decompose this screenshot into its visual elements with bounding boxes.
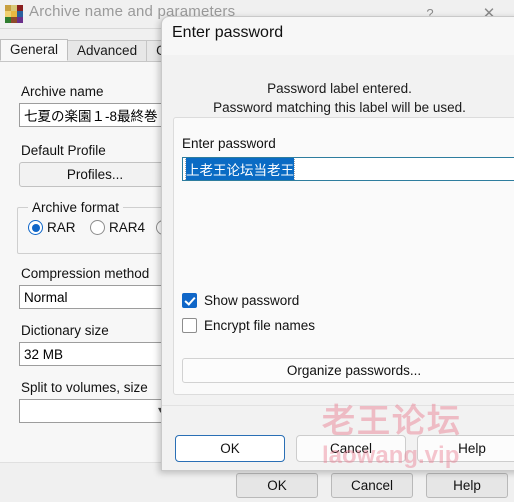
checkbox-indicator-show-password <box>182 293 197 308</box>
main-help-button[interactable]: Help <box>426 473 508 498</box>
archive-name-input[interactable]: 七夏の楽園１-8最終巻 <box>19 103 171 127</box>
winrar-books-icon <box>5 5 23 23</box>
main-cancel-button[interactable]: Cancel <box>331 473 413 498</box>
compression-method-label: Compression method <box>21 266 150 281</box>
radio-rar4[interactable]: RAR4 <box>90 220 145 235</box>
dictionary-size-label: Dictionary size <box>21 323 109 338</box>
dictionary-size-select[interactable]: 32 MB <box>19 342 171 366</box>
password-ok-button[interactable]: OK <box>175 435 285 462</box>
archive-name-label: Archive name <box>21 84 104 99</box>
password-dialog-titlebar: Enter password <box>162 17 514 55</box>
split-volumes-select[interactable]: ▾ <box>19 399 171 423</box>
split-volumes-label: Split to volumes, size <box>21 380 148 395</box>
dictionary-size-value: 32 MB <box>24 346 64 362</box>
screen-root: Archive name and parameters ? ✕ General … <box>0 0 514 502</box>
show-password-checkbox[interactable]: Show password <box>182 293 299 308</box>
password-cancel-button[interactable]: Cancel <box>296 435 406 462</box>
password-note: Password label entered. Password matchin… <box>162 79 514 117</box>
radio-label-rar: RAR <box>47 220 76 235</box>
radio-indicator-rar4 <box>90 220 105 235</box>
organize-passwords-button[interactable]: Organize passwords... <box>182 358 514 383</box>
radio-label-rar4: RAR4 <box>109 220 146 235</box>
enter-password-label: Enter password <box>182 136 276 151</box>
password-input[interactable]: 上老王论坛当老王 ▾ <box>182 157 514 181</box>
encrypt-file-names-label: Encrypt file names <box>204 318 316 333</box>
compression-method-select[interactable]: Normal <box>19 285 171 309</box>
main-ok-button[interactable]: OK <box>236 473 318 498</box>
password-note-line1: Password label entered. <box>267 81 412 96</box>
tab-advanced[interactable]: Advanced <box>67 40 148 61</box>
password-footer-divider <box>162 405 514 406</box>
radio-indicator-rar <box>28 220 43 235</box>
password-input-value: 上老王论坛当老王 <box>185 158 295 180</box>
password-dialog-body: Password label entered. Password matchin… <box>162 55 514 470</box>
compression-method-value: Normal <box>24 289 68 305</box>
password-dialog-title: Enter password <box>172 24 284 41</box>
profiles-button[interactable]: Profiles... <box>19 162 171 187</box>
archive-format-label: Archive format <box>28 200 124 215</box>
password-note-line2: Password matching this label will be use… <box>213 100 466 115</box>
tab-general[interactable]: General <box>0 39 69 61</box>
show-password-label: Show password <box>204 293 300 308</box>
checkbox-indicator-encrypt-file-names <box>182 318 197 333</box>
password-help-button[interactable]: Help <box>417 435 514 462</box>
enter-password-dialog: Enter password Password label entered. P… <box>161 16 514 471</box>
default-profile-label: Default Profile <box>21 143 106 158</box>
radio-rar[interactable]: RAR <box>28 220 76 235</box>
encrypt-file-names-checkbox[interactable]: Encrypt file names <box>182 318 315 333</box>
